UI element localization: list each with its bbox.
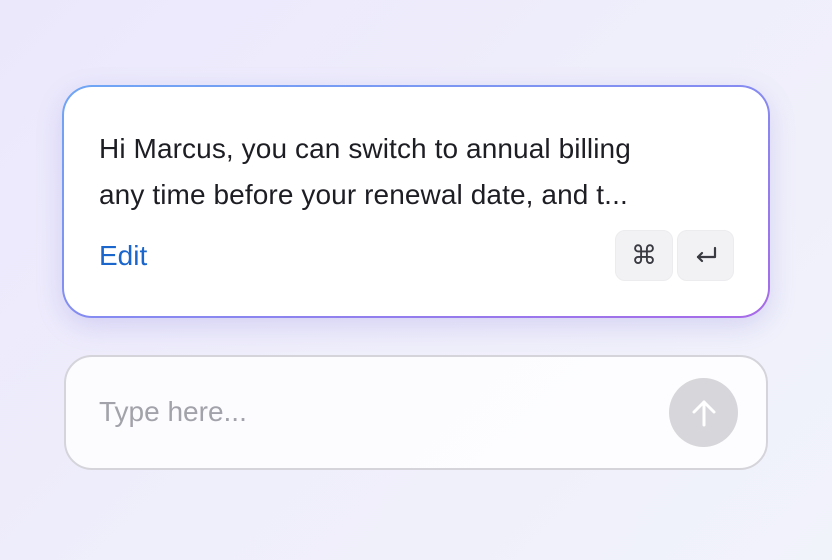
suggestion-card-body: Hi Marcus, you can switch to annual bill… <box>64 87 768 316</box>
message-input[interactable] <box>99 392 639 432</box>
enter-key-hint[interactable] <box>677 230 734 281</box>
send-button[interactable] <box>669 378 738 447</box>
command-icon: ⌘ <box>631 240 657 270</box>
suggestion-card[interactable]: Hi Marcus, you can switch to annual bill… <box>62 85 770 318</box>
arrow-up-icon <box>692 400 715 426</box>
edit-button[interactable]: Edit <box>99 238 147 274</box>
command-key-hint[interactable]: ⌘ <box>615 230 673 281</box>
suggested-reply-text[interactable]: Hi Marcus, you can switch to annual bill… <box>99 126 724 218</box>
message-composer <box>64 355 768 470</box>
return-icon <box>696 246 716 262</box>
